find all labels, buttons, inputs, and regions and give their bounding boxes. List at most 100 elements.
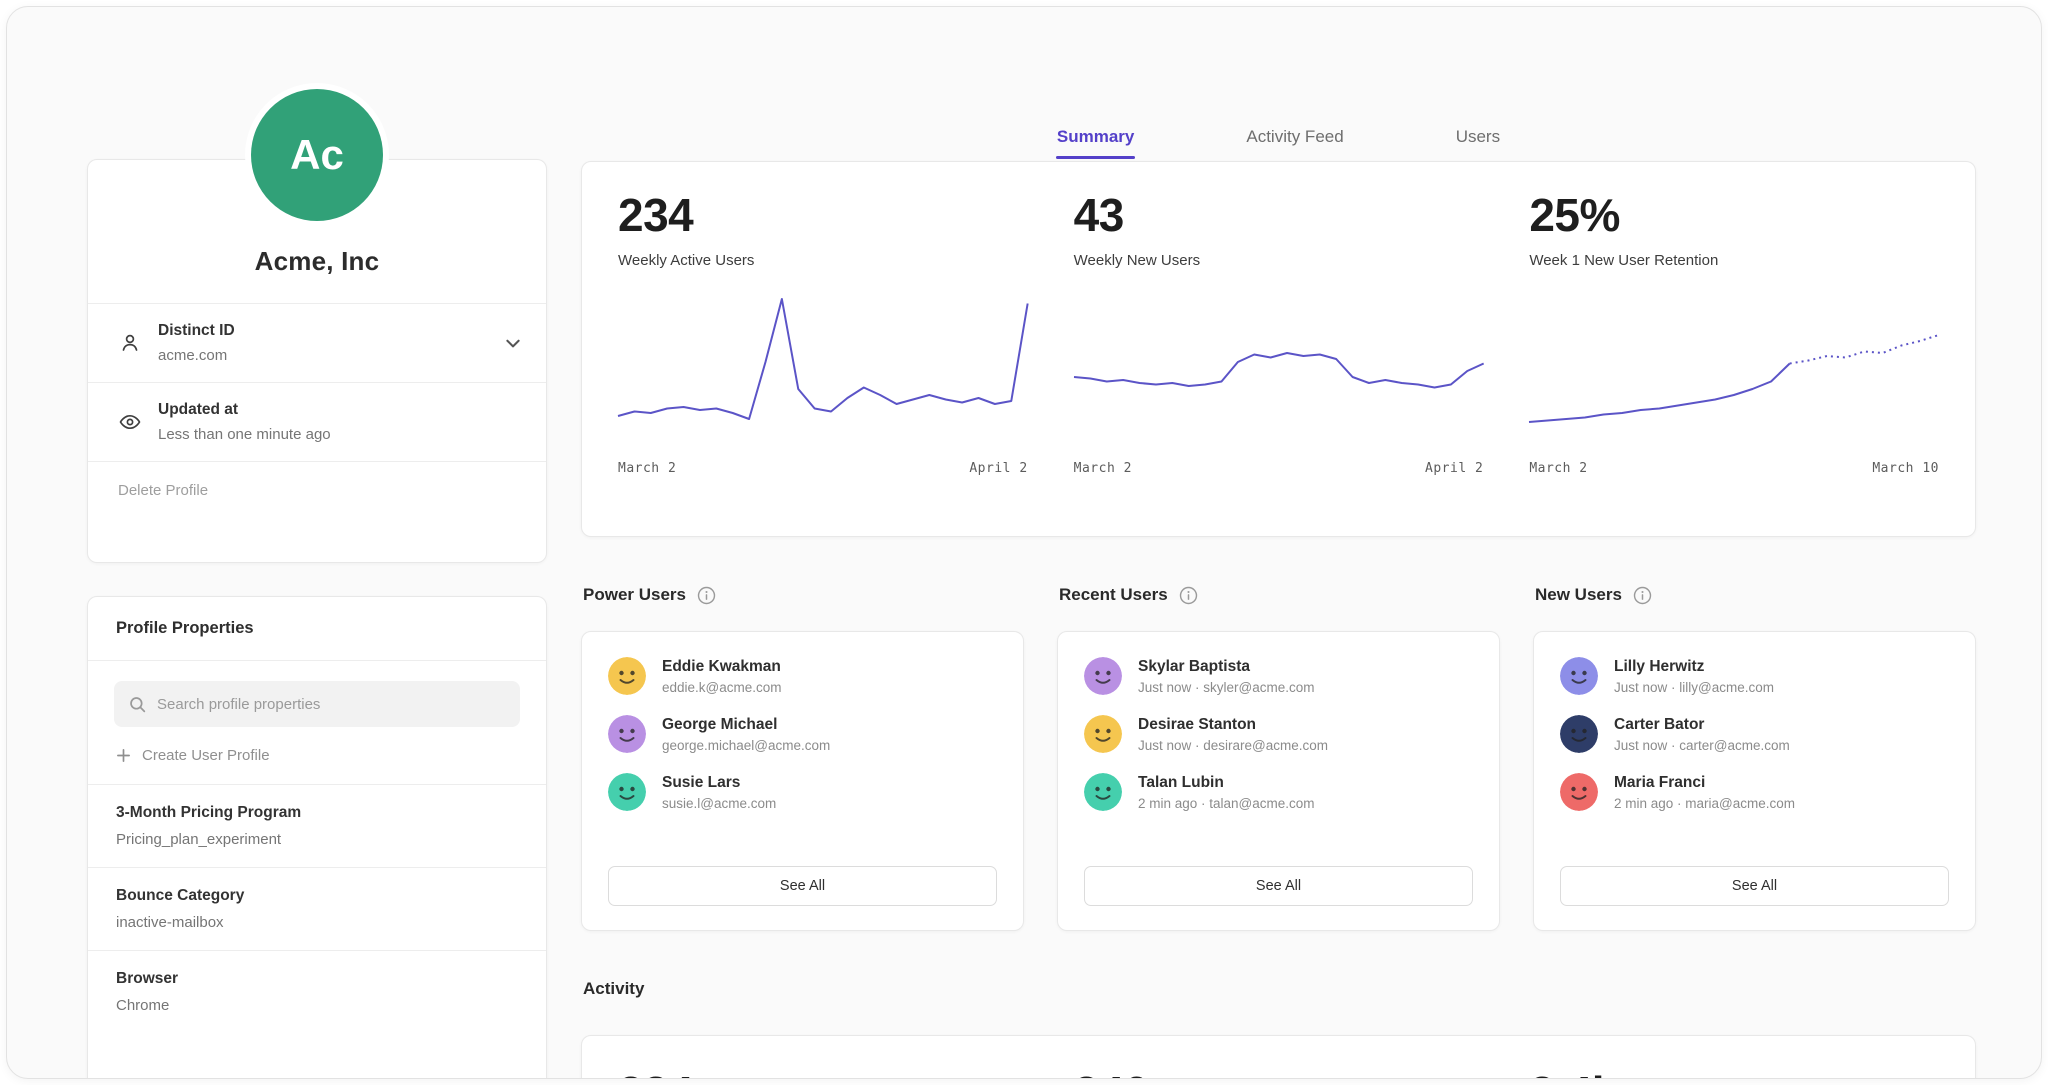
stat-label: Weekly New Users [1074, 252, 1484, 269]
plus-icon [116, 748, 131, 763]
recent-users-title: Recent Users [1059, 585, 1168, 605]
see-all-button[interactable]: See All [1560, 866, 1949, 906]
user-meta: Just now · desirare@acme.com [1138, 738, 1328, 753]
property-value: Chrome [116, 997, 518, 1014]
info-icon[interactable] [1179, 586, 1198, 605]
property-item[interactable]: Browser Chrome [88, 951, 546, 1033]
activity-metric-value: 3.4k [1529, 1066, 1939, 1079]
search-input[interactable] [157, 696, 506, 713]
user-avatar [1560, 657, 1598, 695]
user-row[interactable]: George Michael george.michael@acme.com [608, 715, 997, 753]
activity-metric-value: 234 [618, 1066, 1028, 1079]
axis-label-start: March 2 [618, 461, 676, 476]
user-name: Desirae Stanton [1138, 716, 1328, 734]
user-avatar [608, 657, 646, 695]
recent-users-card: Skylar Baptista Just now · skyler@acme.c… [1057, 631, 1500, 931]
user-name: Maria Franci [1614, 774, 1795, 792]
recent-users-header: Recent Users [1059, 583, 1500, 607]
create-user-profile-button[interactable]: Create User Profile [116, 747, 518, 764]
user-meta: susie.l@acme.com [662, 796, 776, 811]
chart-axis: March 2 April 2 [618, 461, 1028, 476]
profile-properties-search[interactable] [114, 681, 520, 727]
user-meta: 2 min ago · maria@acme.com [1614, 796, 1795, 811]
stat-weekly-active-users: 234 Weekly Active Users March 2 April 2 [618, 188, 1028, 514]
property-item[interactable]: Bounce Category inactive-mailbox [88, 868, 546, 950]
new-users-header: New Users [1535, 583, 1976, 607]
user-meta: george.michael@acme.com [662, 738, 830, 753]
profile-properties-title: Profile Properties [88, 597, 546, 660]
stat-weekly-new-users: 43 Weekly New Users March 2 April 2 [1074, 188, 1484, 514]
user-avatar [1084, 773, 1122, 811]
tab-users[interactable]: Users [1455, 117, 1501, 159]
new-users-card: Lilly Herwitz Just now · lilly@acme.com … [1533, 631, 1976, 931]
person-icon [118, 331, 142, 355]
see-all-button[interactable]: See All [608, 866, 997, 906]
tab-activity-feed[interactable]: Activity Feed [1245, 117, 1344, 159]
updated-at-value: Less than one minute ago [158, 426, 522, 443]
eye-icon [118, 410, 142, 434]
user-meta: 2 min ago · talan@acme.com [1138, 796, 1315, 811]
new-users-title: New Users [1535, 585, 1622, 605]
stat-value: 234 [618, 188, 1028, 242]
power-users-header: Power Users [583, 583, 1024, 607]
user-row[interactable]: Maria Franci 2 min ago · maria@acme.com [1560, 773, 1949, 811]
user-avatar [1084, 657, 1122, 695]
axis-label-end: April 2 [1425, 461, 1483, 476]
stat-value: 43 [1074, 188, 1484, 242]
power-users-column: Power Users Eddie Kwakman eddie.k@acme.c… [581, 583, 1024, 931]
user-row[interactable]: Susie Lars susie.l@acme.com [608, 773, 997, 811]
chevron-down-icon[interactable] [504, 334, 522, 352]
user-row[interactable]: Eddie Kwakman eddie.k@acme.com [608, 657, 997, 695]
user-name: Susie Lars [662, 774, 776, 792]
info-icon[interactable] [697, 586, 716, 605]
user-row[interactable]: Talan Lubin 2 min ago · talan@acme.com [1084, 773, 1473, 811]
tab-summary[interactable]: Summary [1056, 117, 1135, 159]
stat-label: Week 1 New User Retention [1529, 252, 1939, 269]
updated-at-row: Updated at Less than one minute ago [88, 383, 546, 461]
activity-metric-value: 240 [1074, 1066, 1484, 1079]
distinct-id-text: Distinct ID acme.com [158, 322, 488, 364]
stat-label: Weekly Active Users [618, 252, 1028, 269]
distinct-id-value: acme.com [158, 347, 488, 364]
activity-section-title: Activity [583, 979, 644, 999]
power-users-card: Eddie Kwakman eddie.k@acme.com George Mi… [581, 631, 1024, 931]
property-name: 3-Month Pricing Program [116, 804, 518, 822]
company-avatar-initials: Ac [290, 131, 344, 179]
week1-retention-chart [1529, 299, 1939, 449]
user-lists: Power Users Eddie Kwakman eddie.k@acme.c… [581, 583, 1976, 931]
user-meta: Just now · skyler@acme.com [1138, 680, 1315, 695]
updated-at-label: Updated at [158, 401, 522, 419]
user-avatar [608, 773, 646, 811]
user-avatar [1084, 715, 1122, 753]
company-avatar: Ac [251, 89, 383, 221]
user-row[interactable]: Skylar Baptista Just now · skyler@acme.c… [1084, 657, 1473, 695]
distinct-id-row[interactable]: Distinct ID acme.com [88, 304, 546, 382]
property-item[interactable]: 3-Month Pricing Program Pricing_plan_exp… [88, 785, 546, 867]
user-meta: Just now · carter@acme.com [1614, 738, 1790, 753]
user-row[interactable]: Lilly Herwitz Just now · lilly@acme.com [1560, 657, 1949, 695]
stat-week1-retention: 25% Week 1 New User Retention March 2 Ma… [1529, 188, 1939, 514]
user-avatar [608, 715, 646, 753]
divider [88, 660, 546, 661]
user-row[interactable]: Desirae Stanton Just now · desirare@acme… [1084, 715, 1473, 753]
user-avatar [1560, 773, 1598, 811]
user-name: Lilly Herwitz [1614, 658, 1774, 676]
property-name: Bounce Category [116, 887, 518, 905]
axis-label-end: March 10 [1872, 461, 1939, 476]
see-all-button[interactable]: See All [1084, 866, 1473, 906]
app-window: Ac Acme, Inc Distinct ID acme.com [6, 6, 2042, 1079]
user-name: Carter Bator [1614, 716, 1790, 734]
delete-profile-button[interactable]: Delete Profile [88, 462, 546, 519]
property-value: inactive-mailbox [116, 914, 518, 931]
new-users-column: New Users Lilly Herwitz Just now · lilly… [1533, 583, 1976, 931]
axis-label-start: March 2 [1074, 461, 1132, 476]
info-icon[interactable] [1633, 586, 1652, 605]
property-name: Browser [116, 970, 518, 988]
user-name: Skylar Baptista [1138, 658, 1315, 676]
weekly-new-users-chart [1074, 299, 1484, 449]
create-user-profile-label: Create User Profile [142, 747, 270, 764]
activity-metric: 3.4k [1529, 1066, 1939, 1079]
updated-at-text: Updated at Less than one minute ago [158, 401, 522, 443]
axis-label-start: March 2 [1529, 461, 1587, 476]
user-row[interactable]: Carter Bator Just now · carter@acme.com [1560, 715, 1949, 753]
